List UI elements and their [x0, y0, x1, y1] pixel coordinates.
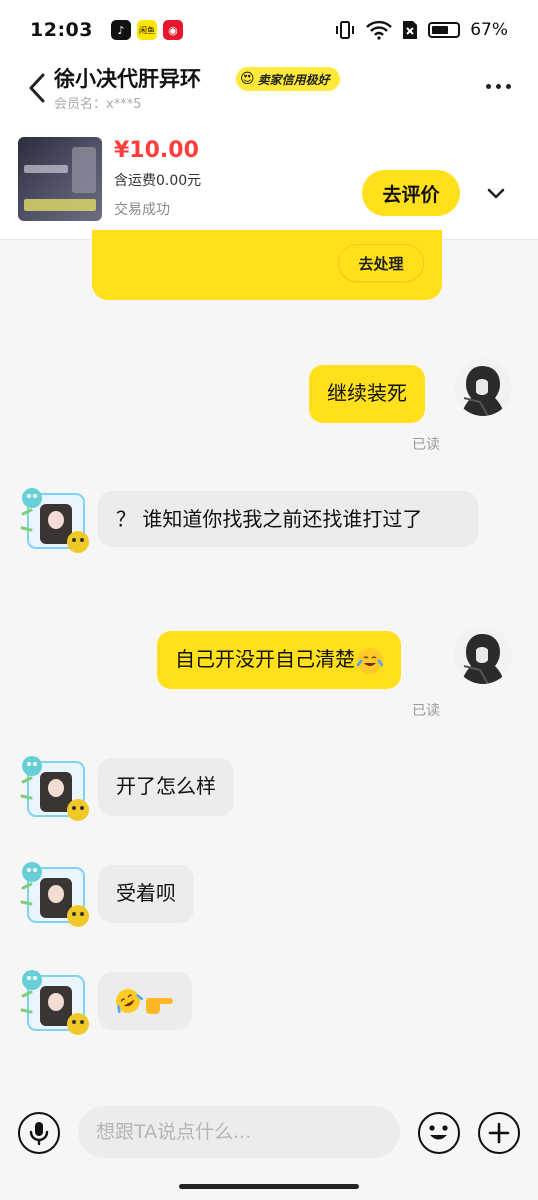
sketch-avatar-icon [454, 358, 512, 416]
smiley-icon [429, 1125, 448, 1140]
process-button[interactable]: 去处理 [338, 244, 424, 282]
message-text: 自己开没开自己清楚 [175, 647, 355, 671]
chat-header: 徐小决代肝异环 😍 卖家信用极好 会员名：x***5 [0, 60, 538, 118]
message-bubble-incoming[interactable]: 受着呗 [98, 865, 194, 923]
emoji-message [116, 989, 173, 1014]
product-thumbnail[interactable] [18, 137, 102, 221]
vibrate-icon [336, 21, 355, 39]
message-input[interactable] [78, 1106, 400, 1158]
cartoon-avatar-icon [20, 488, 89, 553]
cartoon-avatar-icon [20, 970, 89, 1035]
plus-icon [488, 1122, 510, 1144]
message-bubble-incoming[interactable]: ？ 谁知道你找我之前还找谁打过了 [98, 491, 478, 547]
back-button[interactable] [22, 70, 52, 106]
credit-emoji-icon: 😍 [240, 71, 255, 87]
pointing-right-hand-emoji-icon [145, 998, 173, 1014]
read-receipt: 已读 [412, 703, 440, 719]
battery-percent: 67% [470, 20, 508, 40]
weibo-icon: ◉ [162, 20, 183, 40]
chevron-down-icon [487, 188, 505, 199]
rolling-on-floor-laughing-emoji-icon [116, 989, 144, 1014]
more-dot-icon [495, 83, 501, 89]
message-bubble-incoming[interactable]: 开了怎么样 [98, 758, 234, 816]
status-indicators: 67% [334, 19, 508, 41]
add-more-button[interactable] [478, 1112, 520, 1154]
voice-button[interactable] [18, 1112, 60, 1154]
my-avatar[interactable] [454, 358, 512, 416]
cartoon-avatar-icon [20, 862, 89, 927]
status-time: 12:03 [30, 19, 93, 41]
member-label: 会员名： [54, 97, 107, 112]
more-dot-icon [485, 83, 491, 89]
product-card[interactable]: ¥10.00 含运费0.00元 交易成功 去评价 [0, 118, 538, 240]
message-bubble-outgoing[interactable]: 继续装死 [309, 365, 425, 423]
seller-name[interactable]: 徐小决代肝异环 [54, 63, 201, 93]
more-options-button[interactable] [480, 74, 516, 98]
product-price: ¥10.00 [114, 138, 199, 163]
more-dot-icon [505, 83, 511, 89]
review-button[interactable]: 去评价 [362, 170, 460, 216]
xianyu-icon: 闲鱼 [136, 20, 157, 40]
expand-button[interactable] [480, 178, 512, 210]
seller-avatar[interactable] [18, 966, 90, 1038]
message-bubble-outgoing[interactable]: 自己开没开自己清楚 [157, 631, 401, 689]
cartoon-avatar-icon [20, 756, 89, 821]
seller-avatar[interactable] [18, 752, 90, 824]
credit-badge[interactable]: 😍 卖家信用极好 [236, 67, 340, 91]
emoji-button[interactable] [418, 1112, 460, 1154]
read-receipt: 已读 [412, 437, 440, 453]
no-sim-icon [403, 21, 418, 39]
member-id: x***5 [106, 97, 142, 112]
shipping-text: 含运费0.00元 [114, 173, 202, 189]
seller-avatar[interactable] [18, 484, 90, 556]
status-bar: 12:03 ♪ 闲鱼 ◉ 67% [0, 0, 538, 60]
message-bubble-incoming[interactable] [98, 972, 192, 1030]
microphone-icon [29, 1122, 49, 1146]
seller-avatar[interactable] [18, 858, 90, 930]
status-app-icons: ♪ 闲鱼 ◉ [110, 20, 183, 40]
tiktok-icon: ♪ [110, 20, 131, 40]
system-message-card: 去处理 [92, 230, 442, 300]
my-avatar[interactable] [454, 626, 512, 684]
sketch-avatar-icon [454, 626, 512, 684]
wifi-icon [366, 20, 393, 40]
laughing-with-tears-emoji-icon [356, 647, 384, 674]
member-line: 会员名：x***5 [54, 93, 141, 112]
credit-badge-label: 卖家信用极好 [257, 72, 330, 87]
trade-status: 交易成功 [114, 202, 170, 218]
home-indicator [179, 1184, 359, 1189]
chevron-left-icon [29, 73, 45, 103]
battery-level [432, 26, 449, 34]
battery-icon [428, 22, 461, 38]
